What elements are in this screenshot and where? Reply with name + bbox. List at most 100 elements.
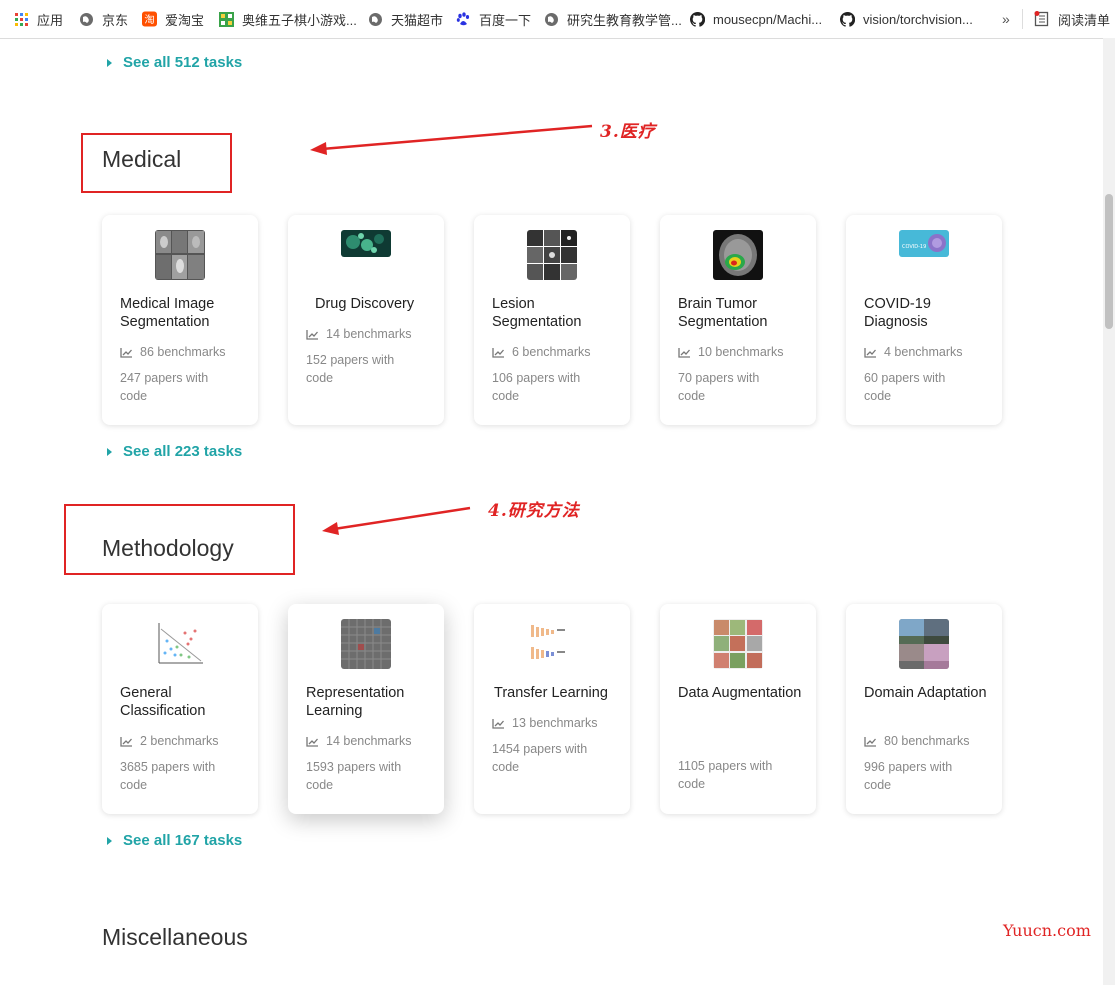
task-thumbnail	[713, 230, 763, 280]
task-title: Medical Image Segmentation	[120, 296, 215, 330]
task-title: Domain Adaptation	[864, 685, 987, 701]
task-card-representation-learning[interactable]: Representation Learning 14 benchmarks 15…	[288, 604, 444, 814]
task-card-drug-discovery[interactable]: Drug Discovery 14 benchmarks 152 papers …	[288, 215, 444, 425]
task-thumbnail	[713, 619, 763, 669]
task-card-data-augmentation[interactable]: Data Augmentation 1105 papers with code	[660, 604, 816, 814]
divider	[1022, 9, 1023, 29]
papers-count: 3685 papers with code	[120, 760, 216, 792]
benchmark-label: 14 benchmarks	[326, 734, 412, 748]
task-card-general-classification[interactable]: General Classification 2 benchmarks 3685…	[102, 604, 258, 814]
github-icon	[690, 11, 705, 27]
svg-text:淘: 淘	[144, 13, 154, 26]
reading-list-button[interactable]: 阅读清单	[1034, 0, 1110, 38]
task-card-transfer-learning[interactable]: Transfer Learning 13 benchmarks 1454 pap…	[474, 604, 630, 814]
benchmark-label: 2 benchmarks	[140, 734, 219, 748]
papers-count: 106 papers with code	[492, 371, 581, 403]
bookmark-taobao[interactable]: 淘 爱淘宝	[142, 0, 204, 38]
bookmark-label: 京东	[102, 12, 129, 28]
papers-count: 1454 papers with code	[492, 742, 588, 774]
page-scrollbar[interactable]	[1103, 38, 1115, 985]
reading-list-label: 阅读清单	[1058, 12, 1111, 28]
bookmark-grad-edu[interactable]: 研究生教育教学管...	[544, 0, 682, 38]
task-thumbnail	[155, 230, 205, 280]
task-thumbnail	[341, 230, 391, 257]
bookmark-label: mousecpn/Machi...	[713, 11, 823, 27]
task-thumbnail	[527, 619, 577, 669]
bookmark-jd[interactable]: 京东	[79, 0, 128, 38]
bookmark-apps[interactable]: 应用	[14, 0, 63, 38]
benchmark-label: 4 benchmarks	[884, 345, 963, 359]
task-title: Representation Learning	[306, 685, 405, 719]
bookmark-label: 天猫超市	[391, 12, 444, 28]
globe-icon	[79, 12, 94, 27]
watermark-text: Yuucn.com	[1003, 921, 1091, 940]
benchmark-label: 86 benchmarks	[140, 345, 226, 359]
papers-count: 60 papers with code	[864, 371, 946, 403]
benchmark-label: 80 benchmarks	[884, 734, 970, 748]
bookmark-baidu[interactable]: 百度一下	[456, 0, 531, 38]
chart-trend-icon	[678, 347, 690, 358]
annotation-label: 4.研究方法	[488, 501, 580, 521]
bookmark-label: 应用	[37, 12, 64, 28]
benchmark-label: 10 benchmarks	[698, 345, 784, 359]
benchmark-count: 6 benchmarks	[492, 345, 591, 359]
bookmark-github-mousecpn[interactable]: mousecpn/Machi...	[690, 0, 822, 38]
see-all-label: See all 512 tasks	[123, 54, 243, 71]
task-thumbnail	[527, 230, 577, 280]
task-title: Lesion Segmentation	[492, 296, 582, 330]
bookmark-tmall[interactable]: 天猫超市	[368, 0, 443, 38]
bookmark-label: 爱淘宝	[165, 12, 205, 28]
annotation-arrow	[310, 124, 593, 155]
task-title: General Classification	[120, 685, 206, 719]
benchmark-count: 2 benchmarks	[120, 734, 219, 748]
benchmark-count: 86 benchmarks	[120, 345, 225, 359]
chart-trend-icon	[120, 347, 132, 358]
papers-count: 70 papers with code	[678, 371, 760, 403]
chart-trend-icon	[864, 347, 876, 358]
bookmarks-overflow-button[interactable]: »	[1002, 0, 1010, 38]
section-title-medical: Medical	[102, 146, 182, 172]
bookmark-gomoku[interactable]: 奥维五子棋小游戏...	[219, 0, 357, 38]
see-all-methodology-tasks-link[interactable]: See all 167 tasks	[107, 832, 242, 849]
see-all-label: See all 223 tasks	[123, 443, 243, 460]
caret-right-icon	[107, 836, 112, 845]
bookmark-label: vision/torchvision...	[863, 11, 973, 27]
papers-count: 247 papers with code	[120, 371, 209, 403]
task-card-covid-19-diagnosis[interactable]: COVID-19 COVID-19 Diagnosis 4 benchmarks…	[846, 215, 1002, 425]
globe-icon	[368, 12, 383, 27]
task-title: Data Augmentation	[678, 685, 802, 701]
svg-text:COVID-19: COVID-19	[902, 244, 926, 250]
apps-grid-icon	[14, 12, 29, 27]
papers-count: 152 papers with code	[306, 353, 395, 385]
annotation-arrow	[322, 506, 471, 535]
chart-trend-icon	[864, 736, 876, 747]
task-thumbnail	[341, 619, 391, 669]
benchmark-count: 14 benchmarks	[306, 327, 411, 341]
task-card-lesion-segmentation[interactable]: Lesion Segmentation 6 benchmarks 106 pap…	[474, 215, 630, 425]
section-title-methodology: Methodology	[102, 535, 234, 561]
bookmark-github-torchvision[interactable]: vision/torchvision...	[840, 0, 973, 38]
bookmark-label: 奥维五子棋小游戏...	[242, 12, 357, 28]
annotation-label: 3.医疗	[600, 122, 656, 142]
bookmarks-bar: 应用 京东 淘 爱淘宝 奥维五子棋小游戏... 天猫超市 百度一下 研究生教育教…	[0, 0, 1115, 39]
taobao-icon: 淘	[142, 11, 157, 27]
github-icon	[840, 11, 855, 27]
benchmark-count: 80 benchmarks	[864, 734, 969, 748]
task-title: COVID-19 Diagnosis	[864, 296, 931, 330]
caret-right-icon	[107, 447, 112, 456]
papers-count: 1593 papers with code	[306, 760, 402, 792]
see-all-medical-tasks-link[interactable]: See all 223 tasks	[107, 443, 242, 460]
scrollbar-thumb[interactable]	[1105, 194, 1113, 329]
globe-icon	[544, 12, 559, 27]
benchmark-count: 14 benchmarks	[306, 734, 411, 748]
task-thumbnail	[155, 619, 205, 669]
bookmark-label: 百度一下	[479, 12, 532, 28]
task-card-domain-adaptation[interactable]: Domain Adaptation 80 benchmarks 996 pape…	[846, 604, 1002, 814]
see-all-tasks-link[interactable]: See all 512 tasks	[107, 54, 242, 71]
see-all-label: See all 167 tasks	[123, 832, 243, 849]
task-card-brain-tumor-segmentation[interactable]: Brain Tumor Segmentation 10 benchmarks 7…	[660, 215, 816, 425]
task-card-medical-image-segmentation[interactable]: Medical Image Segmentation 86 benchmarks…	[102, 215, 258, 425]
papers-count: 996 papers with code	[864, 760, 953, 792]
reading-list-icon	[1034, 11, 1049, 27]
benchmark-label: 13 benchmarks	[512, 716, 598, 730]
